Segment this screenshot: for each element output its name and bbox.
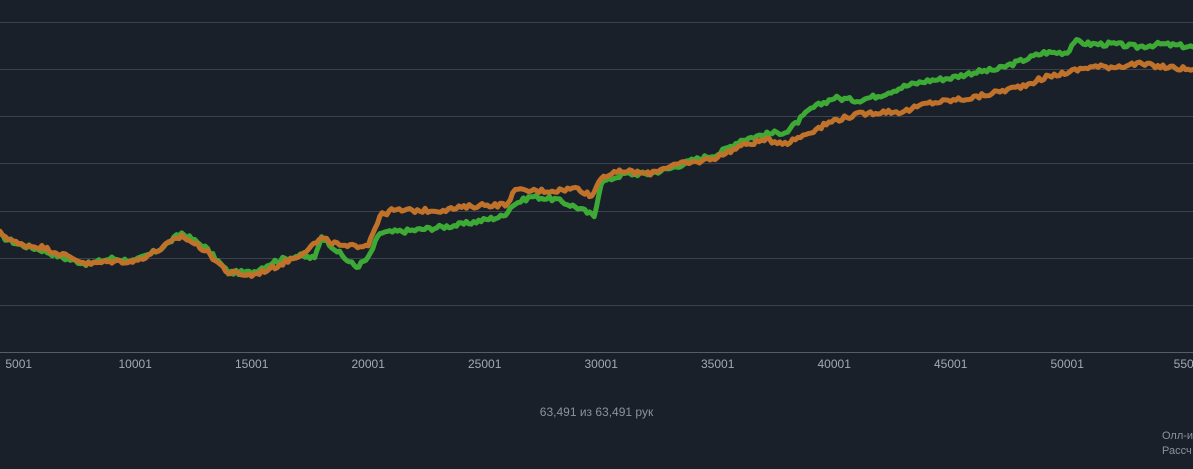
x-tick-label: 20001: [352, 357, 386, 371]
series-line-2: [0, 59, 1193, 279]
footnote-line-2: Рассч: [1162, 445, 1192, 457]
x-tick-labels: 5001 10001 15001 20001 25001 30001 35001 40001 4…: [5, 357, 1193, 371]
x-tick-label: 10001: [119, 357, 153, 371]
x-tick-label: 25001: [468, 357, 502, 371]
x-tick-label: 40001: [818, 357, 852, 371]
hand-count-label: 63,491 из 63,491 рук: [539, 405, 654, 419]
chart-panel: 5001 10001 15001 20001 25001 30001 35001 40001 4…: [0, 0, 1193, 469]
line-chart: 5001 10001 15001 20001 25001 30001 35001 40001 4…: [0, 22, 1193, 371]
x-tick-label: 30001: [585, 357, 619, 371]
x-tick-label: 550: [1174, 357, 1193, 371]
series-lines: [0, 37, 1193, 279]
x-tick-label: 5001: [5, 357, 32, 371]
x-tick-label: 45001: [934, 357, 968, 371]
x-tick-label: 50001: [1051, 357, 1085, 371]
x-tick-label: 35001: [701, 357, 735, 371]
x-tick-label: 15001: [235, 357, 269, 371]
footnote-line-1: Олл-и: [1162, 430, 1193, 442]
